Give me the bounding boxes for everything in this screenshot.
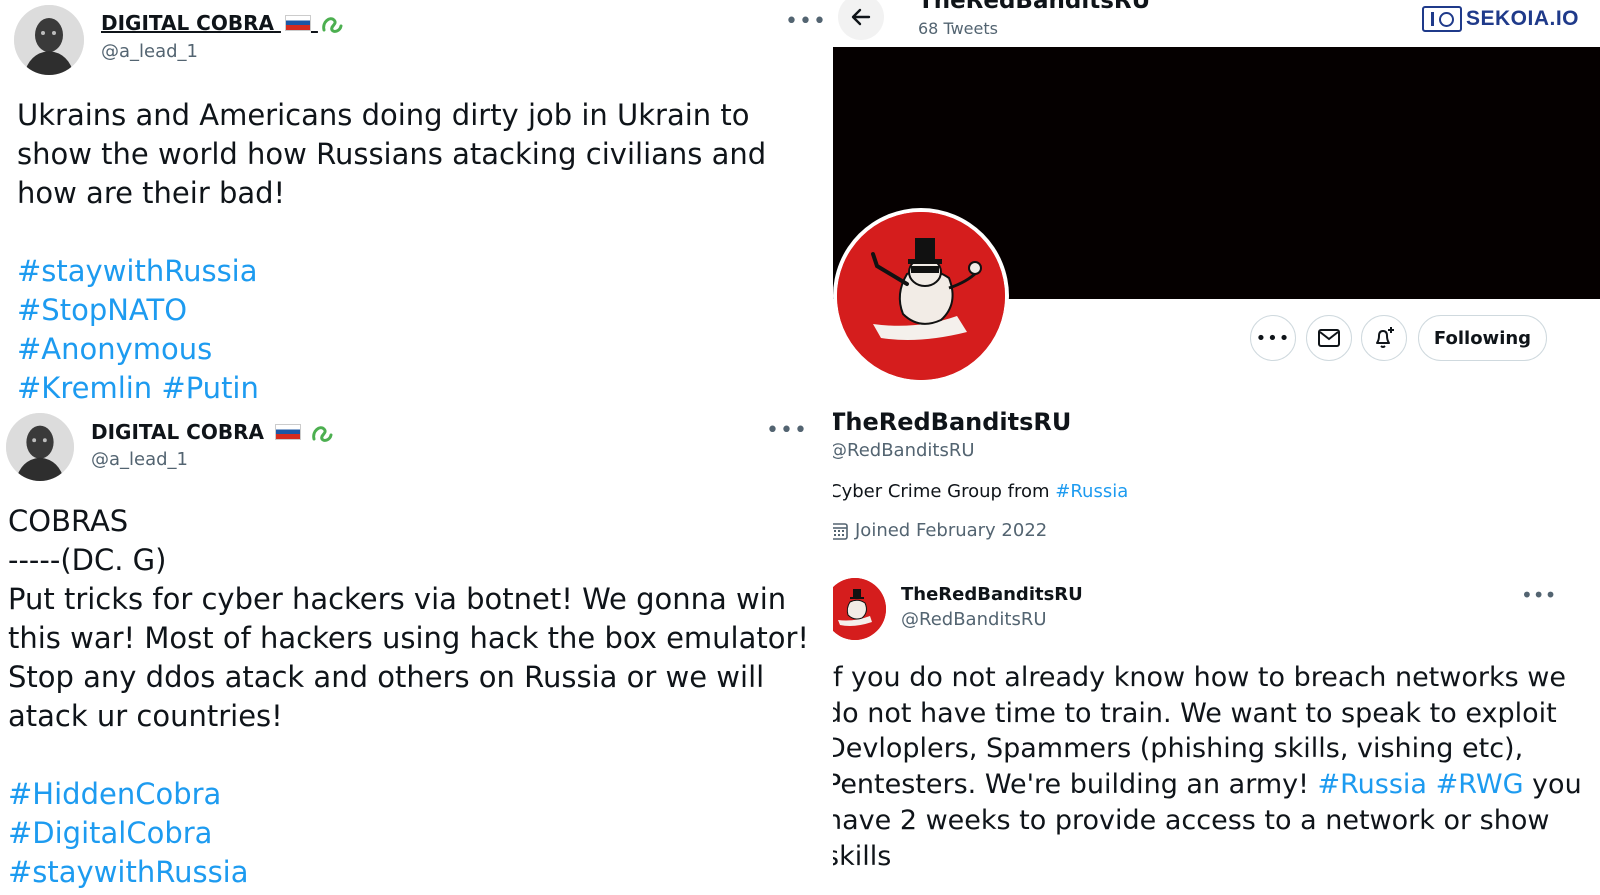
author-name[interactable]: DIGITAL COBRA	[101, 11, 344, 35]
calendar-icon	[833, 522, 848, 540]
hashtag-link[interactable]: #staywithRussia	[8, 853, 809, 892]
tweet-count: 68 Tweets	[918, 19, 998, 38]
russia-flag-icon	[274, 424, 301, 440]
russia-flag-icon	[284, 15, 311, 31]
hashtag-link[interactable]: #Russia	[1055, 481, 1128, 502]
hooded-figure-icon	[6, 413, 74, 481]
notifications-button[interactable]	[1361, 315, 1407, 361]
avatar[interactable]	[6, 413, 74, 481]
snake-icon	[312, 426, 333, 442]
author-handle[interactable]: @a_lead_1	[91, 449, 188, 470]
author-name[interactable]: DIGITAL COBRA	[91, 420, 334, 444]
avatar[interactable]	[833, 578, 886, 640]
more-icon: •••	[1255, 327, 1291, 349]
hashtag-link[interactable]: #StopNATO	[17, 291, 766, 330]
sekoia-watermark: SEKOIA.IO	[1422, 5, 1579, 33]
hashtag-link[interactable]: #RWG	[1436, 769, 1524, 800]
avatar[interactable]	[14, 5, 84, 75]
profile-header-bar: TheRedBanditsRU 68 Tweets SEKOIA.IO	[833, 0, 1600, 47]
hooded-figure-icon	[14, 5, 84, 75]
sekoia-logo-icon	[1422, 6, 1462, 32]
hashtag-link[interactable]: #Putin	[161, 371, 258, 405]
hashtag-link[interactable]: #Russia	[1318, 769, 1427, 800]
mail-icon	[1318, 329, 1340, 347]
hashtag-link[interactable]: #Anonymous	[17, 330, 766, 369]
author-handle[interactable]: @RedBanditsRU	[901, 609, 1047, 630]
tweet-text: Ukrains and Americans doing dirty job in…	[17, 98, 767, 405]
profile-avatar[interactable]	[833, 208, 1009, 384]
author-handle[interactable]: @a_lead_1	[101, 41, 198, 62]
message-button[interactable]	[1306, 315, 1352, 361]
profile-header-title: TheRedBanditsRU	[918, 0, 1151, 14]
join-date: Joined February 2022	[833, 520, 1047, 541]
hashtag-link[interactable]: #Kremlin	[17, 371, 152, 405]
more-icon[interactable]: •••	[1521, 583, 1556, 607]
hashtag-link[interactable]: #HiddenCobra	[8, 775, 809, 814]
author-name[interactable]: TheRedBanditsRU	[901, 584, 1083, 605]
bandit-mascot-icon	[833, 578, 886, 640]
following-button[interactable]: Following	[1418, 315, 1547, 361]
more-icon[interactable]: •••	[766, 420, 808, 442]
tweet-card-1: DIGITAL COBRA @a_lead_1 ••• Ukrains and …	[0, 0, 830, 408]
profile-name: TheRedBanditsRU	[833, 408, 1072, 436]
profile-bio: Cyber Crime Group from #Russia	[833, 481, 1129, 502]
hashtag-link[interactable]: #DigitalCobra	[8, 814, 809, 853]
profile-panel: TheRedBanditsRU 68 Tweets SEKOIA.IO ••• …	[833, 0, 1600, 895]
more-icon[interactable]: •••	[785, 11, 827, 33]
back-arrow-icon	[851, 8, 871, 26]
profile-handle: @RedBanditsRU	[833, 440, 975, 461]
snake-icon	[322, 17, 343, 33]
hashtag-link[interactable]: #staywithRussia	[17, 252, 766, 291]
bell-plus-icon	[1376, 327, 1394, 348]
tweet-card-2: DIGITAL COBRA @a_lead_1 ••• COBRAS -----…	[0, 408, 830, 895]
tweet-text: COBRAS -----(DC. G) Put tricks for cyber…	[8, 502, 809, 892]
profile-more-button[interactable]: •••	[1250, 315, 1296, 361]
back-button[interactable]	[838, 0, 884, 40]
sekoia-wordmark: SEKOIA.IO	[1466, 7, 1580, 30]
bandit-mascot-icon	[837, 212, 1005, 380]
tweet-text: If you do not already know how to breach…	[833, 662, 1582, 872]
